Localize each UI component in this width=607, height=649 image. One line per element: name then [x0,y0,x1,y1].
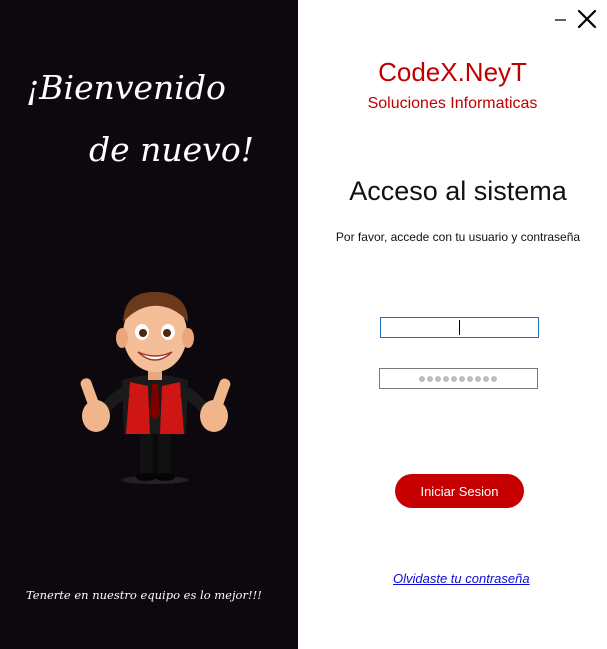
minimize-icon[interactable] [552,8,570,30]
brand-subtitle: Soluciones Informaticas [367,95,538,112]
password-mask-dot [459,376,465,382]
welcome-panel: ¡Bienvenido de nuevo! Tenerte en nuestro… [0,0,298,649]
password-mask-dot [483,376,489,382]
password-mask-dot [491,376,497,382]
password-mask [419,374,499,384]
brand-name: CodeX.NeyT [378,57,527,87]
mascot-image [80,291,231,484]
welcome-heading-line2: de nuevo! [89,130,254,169]
login-button[interactable]: Iniciar Sesion [395,474,524,508]
close-icon[interactable] [575,7,599,31]
password-mask-dot [435,376,441,382]
welcome-heading-line1: ¡Bienvenido [26,68,226,107]
forgot-password-link[interactable]: Olvidaste tu contraseña [393,571,530,586]
text-caret [459,320,460,335]
password-mask-dot [443,376,449,382]
password-mask-dot [427,376,433,382]
password-mask-dot [467,376,473,382]
password-mask-dot [475,376,481,382]
login-instructions: Por favor, accede con tu usuario y contr… [335,230,581,244]
password-mask-dot [419,376,425,382]
page-title: Acceso al sistema [349,176,567,206]
password-mask-dot [451,376,457,382]
tagline: Tenerte en nuestro equipo es lo mejor!!! [26,588,262,602]
